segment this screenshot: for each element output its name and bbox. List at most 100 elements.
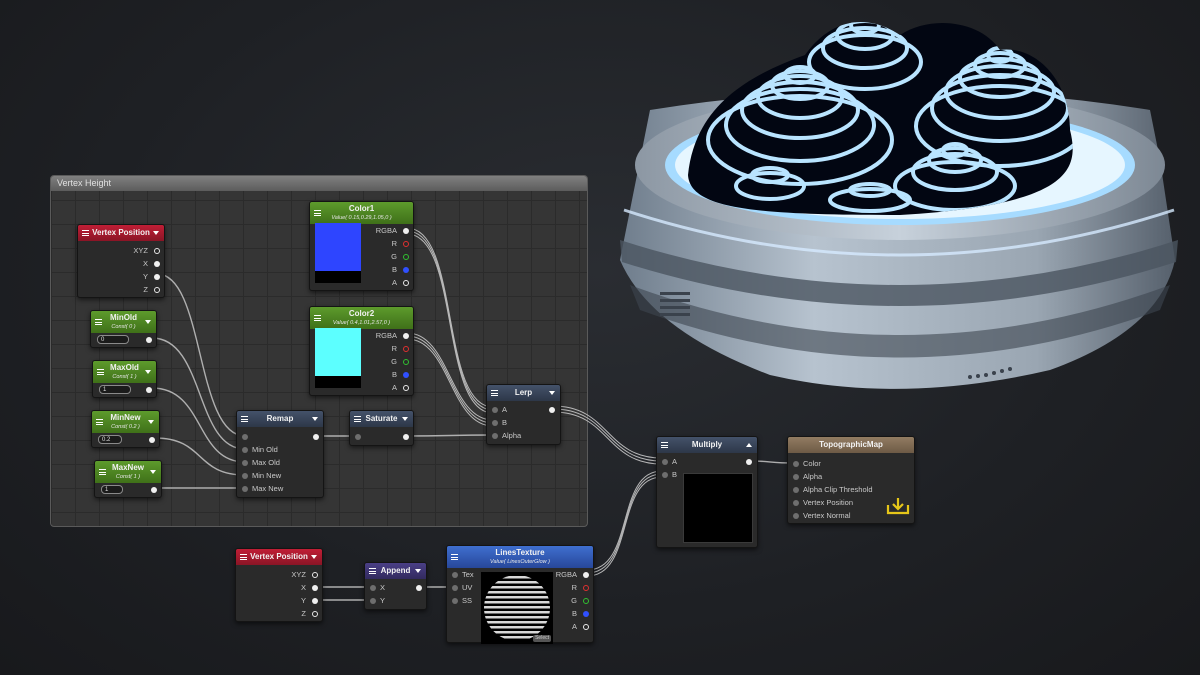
- output-pin[interactable]: [149, 437, 155, 443]
- output-pin-xyz[interactable]: [154, 248, 160, 254]
- output-pin[interactable]: [746, 459, 752, 465]
- dropdown-arrow-icon[interactable]: [311, 555, 317, 559]
- multiply-node[interactable]: Multiply A B: [656, 436, 758, 548]
- input-pin[interactable]: [242, 434, 248, 440]
- topographic-map-output-node[interactable]: TopographicMap Color Alpha Alpha Clip Th…: [787, 436, 915, 524]
- output-pin[interactable]: [416, 585, 422, 591]
- output-pin-b[interactable]: [403, 372, 409, 378]
- input-pin[interactable]: [355, 434, 361, 440]
- dropdown-arrow-icon[interactable]: [312, 417, 318, 421]
- menu-icon[interactable]: [95, 319, 102, 325]
- menu-icon[interactable]: [241, 416, 248, 422]
- output-pin[interactable]: [403, 434, 409, 440]
- lines-texture-node[interactable]: LinesTexture Value( LinesOuterGlow ) Tex …: [446, 545, 594, 644]
- output-pin-y[interactable]: [154, 274, 160, 280]
- output-pin[interactable]: [549, 407, 555, 413]
- append-node[interactable]: Append X Y: [364, 562, 427, 610]
- color1-node[interactable]: Color1 Value( 0.15,0.29,1.05,0 ) RGBA R G…: [309, 201, 414, 291]
- output-pin-z[interactable]: [154, 287, 160, 293]
- input-pin-b[interactable]: [662, 472, 668, 478]
- value-field[interactable]: 0: [97, 335, 129, 344]
- remap-node[interactable]: Remap Min Old Max Old Min New Max New: [236, 410, 324, 498]
- input-pin-alpha[interactable]: [793, 474, 799, 480]
- saturate-node[interactable]: Saturate: [349, 410, 414, 446]
- menu-icon[interactable]: [451, 554, 458, 560]
- input-pin-min-new[interactable]: [242, 473, 248, 479]
- dropdown-arrow-icon[interactable]: [150, 470, 156, 474]
- save-shader-icon[interactable]: [886, 496, 910, 516]
- output-pin-y[interactable]: [312, 598, 318, 604]
- input-pin-a[interactable]: [492, 407, 498, 413]
- output-pin-rgba[interactable]: [583, 572, 589, 578]
- menu-icon[interactable]: [314, 315, 321, 321]
- input-pin-alpha[interactable]: [492, 433, 498, 439]
- vertex-position-node[interactable]: Vertex Position XYZ X Y Z: [77, 224, 165, 298]
- collapse-arrow-icon[interactable]: [746, 443, 752, 447]
- output-pin-r[interactable]: [583, 585, 589, 591]
- dropdown-arrow-icon[interactable]: [402, 417, 408, 421]
- output-pin[interactable]: [151, 487, 157, 493]
- output-pin-xyz[interactable]: [312, 572, 318, 578]
- select-texture-button[interactable]: Select: [533, 635, 551, 642]
- input-pin-x[interactable]: [370, 585, 376, 591]
- output-pin[interactable]: [146, 387, 152, 393]
- menu-icon[interactable]: [369, 568, 376, 574]
- output-pin-rgba[interactable]: [403, 228, 409, 234]
- output-pin-b[interactable]: [403, 267, 409, 273]
- output-pin-g[interactable]: [403, 254, 409, 260]
- group-title[interactable]: Vertex Height: [51, 176, 587, 191]
- value-field[interactable]: 1: [99, 385, 131, 394]
- menu-icon[interactable]: [491, 390, 498, 396]
- input-pin-vertex-position[interactable]: [793, 500, 799, 506]
- input-pin-uv[interactable]: [452, 585, 458, 591]
- lerp-node[interactable]: Lerp A B Alpha: [486, 384, 561, 445]
- min-new-const-node[interactable]: MinNew Const( 0.2 ) 0.2: [91, 410, 160, 448]
- input-pin-max-old[interactable]: [242, 460, 248, 466]
- value-field[interactable]: 1: [101, 485, 123, 494]
- color-swatch[interactable]: [315, 328, 361, 388]
- dropdown-arrow-icon[interactable]: [145, 370, 151, 374]
- output-pin-a[interactable]: [403, 280, 409, 286]
- output-pin-a[interactable]: [403, 385, 409, 391]
- menu-icon[interactable]: [354, 416, 361, 422]
- output-pin-x[interactable]: [154, 261, 160, 267]
- menu-icon[interactable]: [240, 554, 247, 560]
- max-new-const-node[interactable]: MaxNew Const( 1 ) 1: [94, 460, 162, 498]
- output-pin[interactable]: [313, 434, 319, 440]
- color-swatch[interactable]: [315, 223, 361, 283]
- dropdown-arrow-icon[interactable]: [415, 569, 421, 573]
- output-pin-z[interactable]: [312, 611, 318, 617]
- vertex-position-node-2[interactable]: Vertex Position XYZ X Y Z: [235, 548, 323, 622]
- output-pin-a[interactable]: [583, 624, 589, 630]
- input-pin-vertex-normal[interactable]: [793, 513, 799, 519]
- input-pin-color[interactable]: [793, 461, 799, 467]
- output-pin-b[interactable]: [583, 611, 589, 617]
- menu-icon[interactable]: [97, 369, 104, 375]
- menu-icon[interactable]: [661, 442, 668, 448]
- max-old-const-node[interactable]: MaxOld Const( 1 ) 1: [92, 360, 157, 398]
- output-pin-g[interactable]: [403, 359, 409, 365]
- value-field[interactable]: 0.2: [98, 435, 122, 444]
- input-pin-y[interactable]: [370, 598, 376, 604]
- input-pin-tex[interactable]: [452, 572, 458, 578]
- output-pin-r[interactable]: [403, 241, 409, 247]
- input-pin-max-new[interactable]: [242, 486, 248, 492]
- input-pin-ss[interactable]: [452, 598, 458, 604]
- color2-node[interactable]: Color2 Value( 0.4,1.01,2.57,0 ) RGBA R G …: [309, 306, 414, 396]
- dropdown-arrow-icon[interactable]: [153, 231, 159, 235]
- texture-preview[interactable]: Select: [481, 572, 553, 644]
- output-pin-rgba[interactable]: [403, 333, 409, 339]
- dropdown-arrow-icon[interactable]: [148, 420, 154, 424]
- min-old-const-node[interactable]: MinOld Const( 0 ) 0: [90, 310, 157, 348]
- menu-icon[interactable]: [314, 210, 321, 216]
- input-pin-b[interactable]: [492, 420, 498, 426]
- menu-icon[interactable]: [96, 419, 103, 425]
- input-pin-alpha-clip[interactable]: [793, 487, 799, 493]
- output-pin[interactable]: [146, 337, 152, 343]
- output-pin-r[interactable]: [403, 346, 409, 352]
- output-pin-g[interactable]: [583, 598, 589, 604]
- menu-icon[interactable]: [99, 469, 106, 475]
- input-pin-min-old[interactable]: [242, 447, 248, 453]
- menu-icon[interactable]: [82, 230, 89, 236]
- material-preview-viewport[interactable]: [600, 0, 1200, 420]
